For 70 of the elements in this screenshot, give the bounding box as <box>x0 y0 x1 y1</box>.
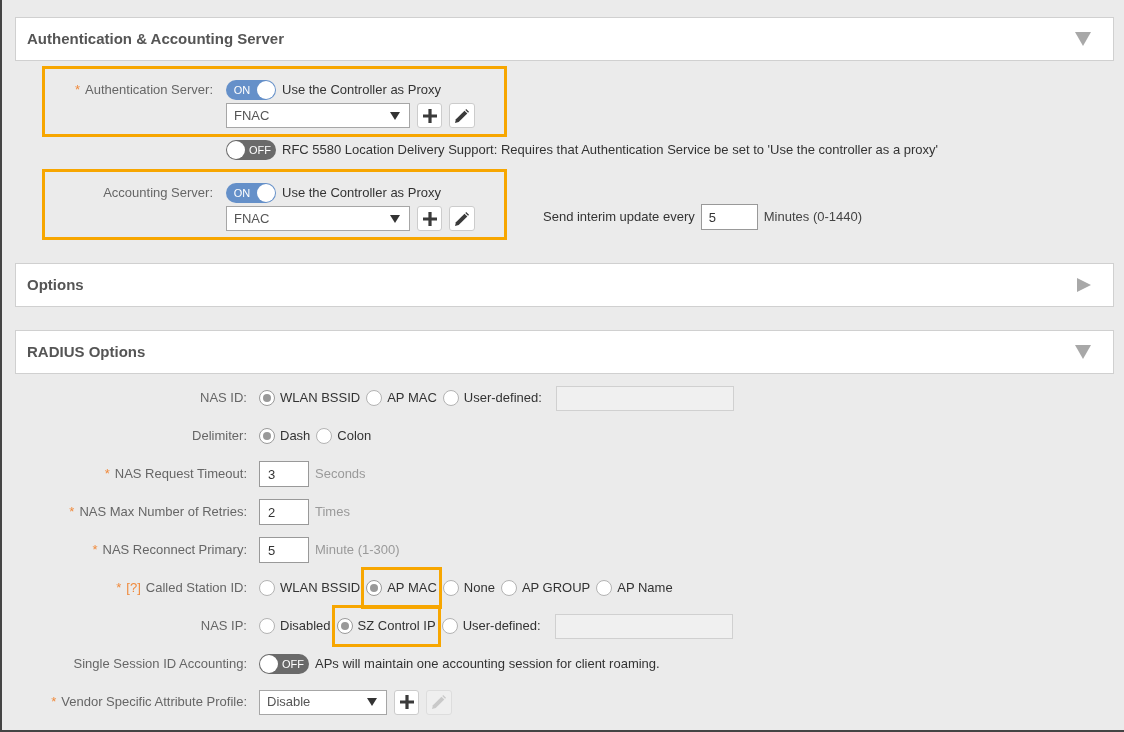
section-title: RADIUS Options <box>27 341 146 362</box>
number-input[interactable]: 3 <box>259 461 309 487</box>
radio-option[interactable]: User-defined: <box>442 388 542 408</box>
switch-knob-icon <box>257 81 275 99</box>
switch-label: Use the Controller as Proxy <box>282 81 441 100</box>
unit-label: Times <box>315 503 350 522</box>
interim-label: Send interim update every <box>543 208 695 227</box>
toggle-switch[interactable]: OFF <box>259 654 309 674</box>
radio-option[interactable]: Colon <box>316 426 372 446</box>
radio-option[interactable]: SZ Control IP <box>336 616 436 636</box>
caret-icon <box>390 214 400 223</box>
add-button[interactable] <box>394 689 419 715</box>
radio-option[interactable]: User-defined: <box>441 616 541 636</box>
radio-option[interactable]: Disabled <box>259 616 331 636</box>
field-label: NAS ID: <box>200 389 247 408</box>
field-label: Called Station ID: <box>145 579 247 598</box>
edit-button[interactable] <box>449 206 475 231</box>
plus-icon <box>422 211 437 226</box>
dropdown-select[interactable]: FNAC <box>226 103 410 128</box>
switch-label: Use the Controller as Proxy <box>282 184 441 203</box>
switch-knob-icon <box>227 141 245 159</box>
number-input[interactable]: 5 <box>259 537 309 563</box>
radio-option[interactable]: AP MAC <box>366 578 437 598</box>
required-mark: * <box>104 465 110 484</box>
required-mark: * <box>92 541 98 560</box>
required-mark: * <box>75 81 81 100</box>
switch-knob-icon <box>257 184 275 202</box>
required-mark: * <box>51 693 57 712</box>
switch-label: RFC 5580 Location Delivery Support: Requires that Authentication Service be set to 'Use the controller as a proxy' <box>282 141 939 160</box>
edit-button[interactable] <box>449 103 475 128</box>
field-label: Delimiter: <box>192 427 247 446</box>
radio-option[interactable]: AP GROUP <box>500 578 591 598</box>
pencil-icon <box>455 211 469 226</box>
number-input[interactable]: 5 <box>700 204 758 230</box>
unit-label: Minutes (0-1440) <box>763 208 863 227</box>
radio-option[interactable]: None <box>442 578 495 598</box>
caret-icon <box>390 111 400 120</box>
pencil-icon <box>455 108 469 123</box>
field-label: Accounting Server: <box>103 184 213 203</box>
dropdown-select[interactable]: Disable <box>259 689 387 715</box>
unit-label: Minute (1-300) <box>315 541 400 560</box>
dropdown-select[interactable]: FNAC <box>226 206 410 231</box>
plus-icon <box>422 108 437 123</box>
toggle-switch[interactable]: OFF <box>226 140 276 160</box>
radio-option[interactable]: Dash <box>259 426 311 446</box>
field-label: Vendor Specific Attribute Profile: <box>61 693 247 712</box>
field-label: NAS Max Number of Retries: <box>79 503 247 522</box>
section-header[interactable]: Authentication & Accounting Server <box>15 17 1114 61</box>
required-mark: * <box>116 579 122 598</box>
section-header[interactable]: RADIUS Options <box>15 330 1114 374</box>
number-input[interactable]: 2 <box>259 499 309 525</box>
switch-knob-icon <box>260 655 278 673</box>
field-label: Single Session ID Accounting: <box>73 655 247 674</box>
required-mark: * <box>69 503 75 522</box>
caret-icon <box>367 698 377 706</box>
radio-option[interactable]: WLAN BSSID <box>259 388 361 408</box>
pencil-icon <box>432 695 446 709</box>
switch-label: APs will maintain one accounting session for client roaming. <box>315 655 660 674</box>
field-label: Authentication Server: <box>85 81 213 100</box>
field-label: NAS Reconnect Primary: <box>102 541 247 560</box>
field-label: NAS Request Timeout: <box>114 465 247 484</box>
add-button[interactable] <box>417 103 442 128</box>
field-label: NAS IP: <box>200 617 247 636</box>
radio-option[interactable]: WLAN BSSID <box>259 578 361 598</box>
add-button[interactable] <box>417 206 442 231</box>
section-title: Authentication & Accounting Server <box>27 28 284 49</box>
radio-option[interactable]: AP MAC <box>366 388 437 408</box>
plus-icon <box>399 695 414 709</box>
radio-option[interactable]: AP Name <box>596 578 673 598</box>
unit-label: Seconds <box>315 465 366 484</box>
